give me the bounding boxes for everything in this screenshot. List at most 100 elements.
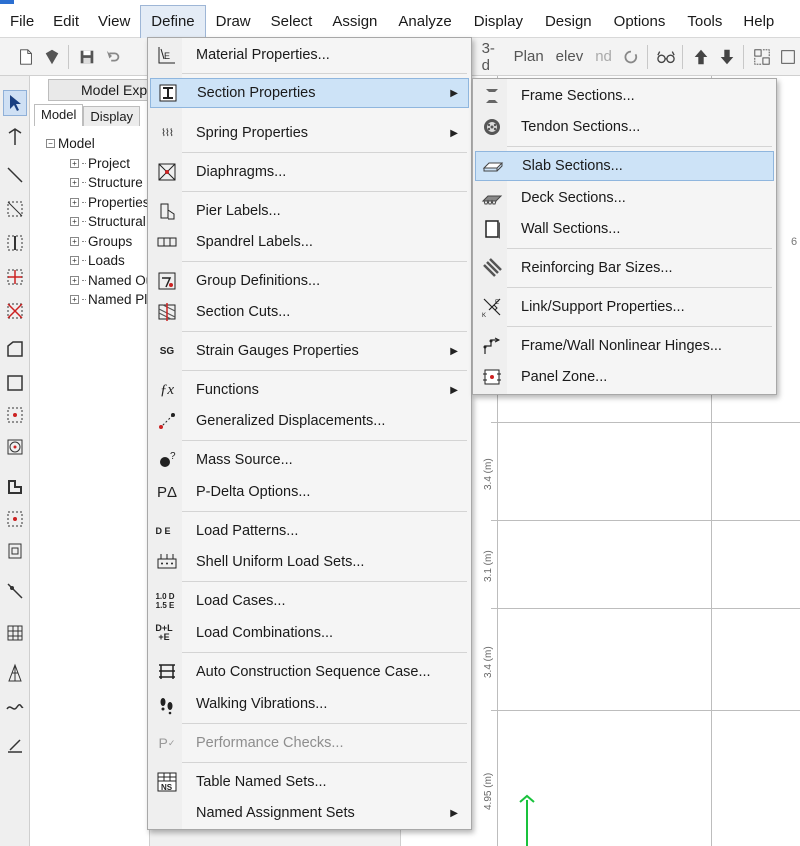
menu-item-performance-checks[interactable]: P ✓ Performance Checks...: [150, 728, 468, 758]
menu-item-group-definitions[interactable]: Group Definitions...: [150, 266, 468, 296]
menu-assign[interactable]: Assign: [322, 6, 387, 38]
menu-item-label: Tendon Sections...: [521, 119, 641, 135]
menu-item-load-cases[interactable]: 1.0 D 1.5 E Load Cases...: [150, 586, 468, 616]
expand-icon[interactable]: +: [70, 295, 79, 305]
draw-wall-icon[interactable]: [3, 474, 27, 500]
draw-tendon-icon[interactable]: [3, 660, 27, 686]
menu-item-mass-source[interactable]: ? Mass Source...: [150, 445, 468, 475]
view-elevation-button[interactable]: elev: [551, 44, 589, 70]
menu-item-panel-zone[interactable]: Panel Zone...: [475, 362, 774, 392]
menu-item-pier-labels[interactable]: Pier Labels...: [150, 196, 468, 226]
expand-icon[interactable]: +: [70, 217, 79, 227]
construction-icon: [154, 660, 180, 684]
tab-model[interactable]: Model: [34, 104, 84, 126]
move-down-icon[interactable]: [715, 44, 739, 70]
menu-item-table-named-sets[interactable]: NS Table Named Sets...: [150, 767, 468, 797]
menu-item-section-properties[interactable]: Section Properties ▶: [150, 78, 469, 108]
menu-item-shell-uniform-load-sets[interactable]: Shell Uniform Load Sets...: [150, 547, 468, 577]
overflow-icon[interactable]: [776, 44, 800, 70]
menu-select[interactable]: Select: [261, 6, 323, 38]
menu-item-label: Section Cuts...: [196, 304, 291, 320]
tree-connector: [82, 240, 86, 242]
menu-item-slab-sections[interactable]: Slab Sections...: [475, 151, 774, 181]
menu-help[interactable]: Help: [733, 6, 784, 38]
menu-item-walking-vibrations[interactable]: Walking Vibrations...: [150, 689, 468, 719]
menu-item-label: Frame/Wall Nonlinear Hinges...: [521, 338, 722, 354]
menu-view[interactable]: View: [92, 6, 140, 38]
new-file-icon[interactable]: [14, 44, 38, 70]
draw-brace-icon[interactable]: [3, 196, 27, 222]
menu-item-section-cuts[interactable]: Section Cuts...: [150, 297, 468, 327]
expand-icon[interactable]: +: [70, 256, 79, 266]
draw-curve-icon[interactable]: [3, 694, 27, 720]
draw-grid-icon[interactable]: [3, 620, 27, 646]
menu-item-spandrel-labels[interactable]: Spandrel Labels...: [150, 227, 468, 257]
menu-separator: [182, 511, 467, 512]
expand-icon[interactable]: +: [70, 197, 79, 207]
grid-select-icon[interactable]: [750, 44, 774, 70]
save-icon[interactable]: [75, 44, 99, 70]
toolbar-separator: [68, 44, 70, 69]
menu-item-auto-construction-sequence[interactable]: Auto Construction Sequence Case...: [150, 657, 468, 687]
draw-beam-icon[interactable]: [3, 264, 27, 290]
view-nd-button[interactable]: nd: [590, 44, 617, 70]
menu-item-generalized-displacements[interactable]: Generalized Displacements...: [150, 406, 468, 436]
menu-item-material-properties[interactable]: E Material Properties...: [150, 40, 468, 70]
pointer-icon[interactable]: [3, 90, 27, 116]
reshape-icon[interactable]: [3, 124, 27, 150]
draw-line-icon[interactable]: [3, 162, 27, 188]
menu-separator: [182, 581, 467, 582]
menu-item-spring-properties[interactable]: ⌇⌇⌇ Spring Properties ▶: [150, 118, 468, 148]
menu-file[interactable]: File: [0, 6, 40, 38]
menu-item-label: Frame Sections...: [521, 88, 635, 104]
draw-area-point-icon[interactable]: [3, 402, 27, 428]
model-explorer-tab[interactable]: Model Explorer: [48, 79, 158, 101]
menu-item-reinforcing-bar-sizes[interactable]: Reinforcing Bar Sizes...: [475, 253, 774, 283]
expand-icon[interactable]: +: [70, 158, 79, 168]
menu-item-strain-gauges[interactable]: SG Strain Gauges Properties ▶: [150, 336, 468, 366]
menu-analyze[interactable]: Analyze: [387, 6, 462, 38]
draw-cross-brace-icon[interactable]: [3, 298, 27, 324]
draw-opening-icon[interactable]: [3, 538, 27, 564]
expand-icon[interactable]: +: [70, 236, 79, 246]
menu-item-load-combinations[interactable]: D+L +E Load Combinations...: [150, 618, 468, 648]
menu-item-frame-sections[interactable]: Frame Sections...: [475, 81, 774, 111]
menu-item-named-assignment-sets[interactable]: Named Assignment Sets ▶: [150, 798, 468, 828]
open-file-icon[interactable]: [40, 44, 64, 70]
menu-define[interactable]: Define: [140, 5, 206, 38]
draw-circle-icon[interactable]: [3, 434, 27, 460]
menu-item-wall-sections[interactable]: Wall Sections...: [475, 214, 774, 244]
move-up-icon[interactable]: [689, 44, 713, 70]
view-3d-button[interactable]: 3-d: [477, 40, 507, 74]
tab-display[interactable]: Display: [83, 106, 141, 126]
undo-icon[interactable]: [101, 44, 125, 70]
rotate-icon[interactable]: [619, 44, 643, 70]
draw-wall-dashed-icon[interactable]: [3, 506, 27, 532]
glasses-icon[interactable]: [654, 44, 678, 70]
menu-design[interactable]: Design: [534, 6, 603, 38]
menu-draw[interactable]: Draw: [206, 6, 261, 38]
menu-display[interactable]: Display: [463, 6, 534, 38]
menu-item-deck-sections[interactable]: Deck Sections...: [475, 183, 774, 213]
menu-item-link-support-properties[interactable]: EK Link/Support Properties...: [475, 292, 774, 322]
view-plan-button[interactable]: Plan: [509, 44, 549, 70]
menu-tools[interactable]: Tools: [676, 6, 733, 38]
collapse-icon[interactable]: −: [46, 139, 55, 149]
expand-icon[interactable]: +: [70, 178, 79, 188]
menu-options[interactable]: Options: [603, 6, 677, 38]
draw-link-icon[interactable]: [3, 578, 27, 604]
draw-dimension-icon[interactable]: [3, 732, 27, 758]
draw-polygon-icon[interactable]: [3, 336, 27, 362]
draw-rectangle-icon[interactable]: [3, 370, 27, 396]
story-height-label: 3.4 (m): [483, 458, 494, 490]
menu-edit[interactable]: Edit: [40, 6, 92, 38]
expand-icon[interactable]: +: [70, 275, 79, 285]
menu-item-functions[interactable]: ƒx Functions ▶: [150, 375, 468, 405]
menu-item-load-patterns[interactable]: D E Load Patterns...: [150, 516, 468, 546]
draw-column-icon[interactable]: [3, 230, 27, 256]
section-properties-submenu: Frame Sections... Tendon Sections... Sla…: [472, 78, 777, 395]
menu-item-diaphragms[interactable]: Diaphragms...: [150, 157, 468, 187]
menu-item-nonlinear-hinges[interactable]: Frame/Wall Nonlinear Hinges...: [475, 331, 774, 361]
menu-item-pdelta-options[interactable]: PΔ P-Delta Options...: [150, 477, 468, 507]
menu-item-tendon-sections[interactable]: Tendon Sections...: [475, 112, 774, 142]
